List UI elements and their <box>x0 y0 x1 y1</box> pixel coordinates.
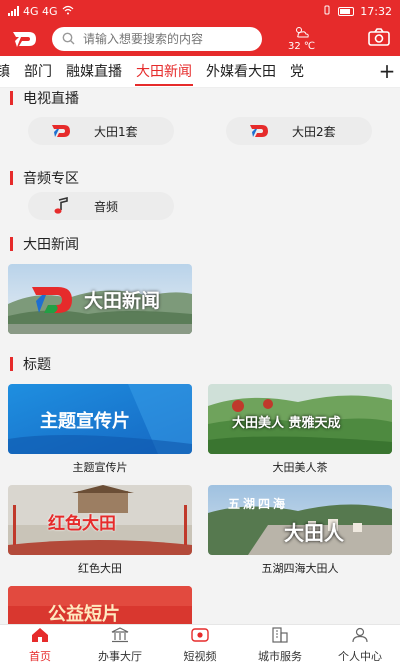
topic-card-overlay: 红色大田 <box>48 514 116 534</box>
bank-icon <box>111 627 129 646</box>
topic-card-overlay: 公益短片 <box>48 604 120 624</box>
nav-profile[interactable]: 个人中心 <box>320 625 400 666</box>
clock: 17:32 <box>360 4 392 18</box>
signal-icon <box>8 6 19 16</box>
topic-card-public-welfare[interactable]: 公益短片 <box>8 586 192 624</box>
user-icon <box>351 627 369 646</box>
home-icon <box>31 627 49 646</box>
section-title-news: 大田新闻 <box>10 234 79 254</box>
tv-logo-icon <box>248 120 270 142</box>
topic-card-red[interactable]: 红色大田 <box>8 485 192 555</box>
topic-caption: 主题宣传片 <box>72 461 128 474</box>
audio-item[interactable]: 音频 <box>28 192 174 220</box>
section-title-audio: 音频专区 <box>10 168 79 188</box>
app-header: 32 ℃ <box>0 22 400 56</box>
channel-tabs: 镇 部门 融媒直播 大田新闻 外媒看大田 党 + <box>0 56 400 88</box>
nav-home[interactable]: 首页 <box>0 625 80 666</box>
bottom-nav: 首页 办事大厅 短视频 城市服务 个人中心 <box>0 624 400 666</box>
tab-foreign-media[interactable]: 外媒看大田 <box>199 56 283 87</box>
tv-logo-icon <box>50 120 72 142</box>
tab-town[interactable]: 镇 <box>0 56 17 87</box>
news-banner[interactable]: 大田新闻 <box>8 264 192 334</box>
topic-card-overlay-top: 五湖四海 <box>228 497 289 511</box>
topic-card-people[interactable]: 五湖四海 大田人 <box>208 485 392 555</box>
battery-icon <box>338 6 355 16</box>
nav-short-video[interactable]: 短视频 <box>160 625 240 666</box>
temperature: 32 ℃ <box>288 41 316 52</box>
video-icon <box>191 627 209 646</box>
app-logo-icon[interactable] <box>10 25 38 53</box>
tab-departments[interactable]: 部门 <box>17 56 59 87</box>
topic-card-promo[interactable]: 主题宣传片 <box>8 384 192 454</box>
topic-card-overlay: 大田人 <box>284 521 344 545</box>
tab-media-live[interactable]: 融媒直播 <box>59 56 129 87</box>
topic-caption: 五湖四海大田人 <box>261 562 339 575</box>
tab-party[interactable]: 党 <box>283 56 311 87</box>
section-title-topics: 标题 <box>10 354 51 374</box>
camera-icon[interactable] <box>368 28 390 50</box>
search-icon <box>62 30 75 49</box>
search-bar[interactable] <box>52 27 262 51</box>
nav-service-hall[interactable]: 办事大厅 <box>80 625 160 666</box>
nav-city-services[interactable]: 城市服务 <box>240 625 320 666</box>
building-icon <box>271 627 289 646</box>
tab-datian-news[interactable]: 大田新闻 <box>129 56 199 87</box>
topic-card-tea[interactable]: 大田美人 贵雅天成 <box>208 384 392 454</box>
music-note-icon <box>50 195 72 217</box>
main-content: 电视直播 大田1套 大田2套 音频专区 音频 大田新闻 大田新闻 标题 主题宣传… <box>0 88 400 624</box>
tv-channel-1[interactable]: 大田1套 <box>28 117 174 145</box>
section-title-tv: 电视直播 <box>10 88 79 108</box>
network-label: 4G 4G <box>23 4 58 18</box>
topic-caption: 红色大田 <box>78 562 122 575</box>
add-channel-button[interactable]: + <box>374 56 400 87</box>
topic-caption: 大田美人茶 <box>272 461 328 474</box>
tv-channel-2[interactable]: 大田2套 <box>226 117 372 145</box>
vibrate-icon <box>322 5 332 18</box>
search-input[interactable] <box>83 32 252 46</box>
cloud-sun-icon <box>294 26 310 41</box>
status-bar: 4G 4G 17:32 <box>0 0 400 22</box>
weather-widget[interactable]: 32 ℃ <box>288 26 315 52</box>
topic-card-overlay: 大田美人 贵雅天成 <box>232 416 341 431</box>
datian-logo-icon <box>30 283 74 321</box>
wifi-icon <box>62 5 74 18</box>
topic-card-overlay: 主题宣传片 <box>40 411 130 432</box>
news-banner-title: 大田新闻 <box>84 290 161 312</box>
